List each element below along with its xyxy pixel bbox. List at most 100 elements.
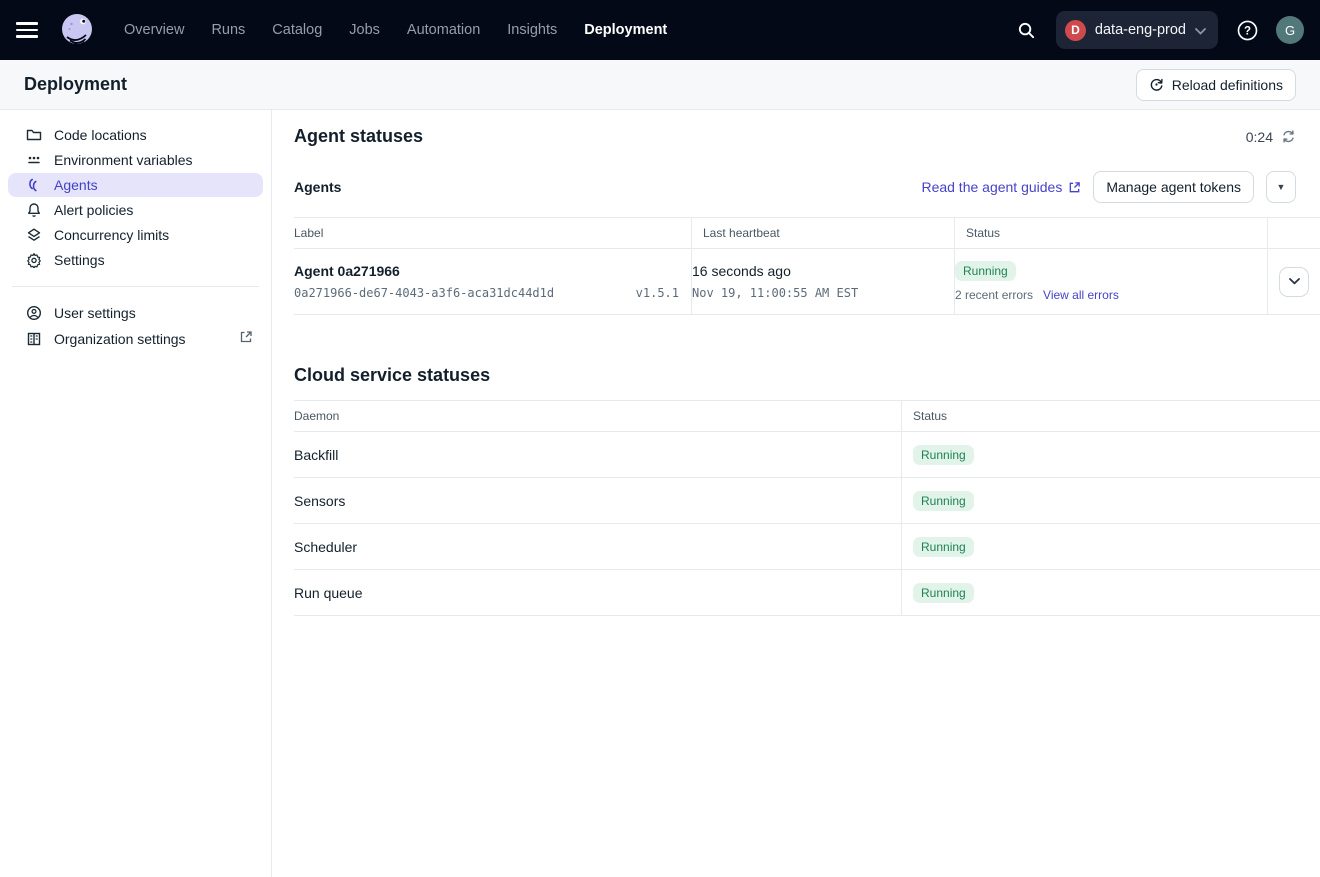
status-badge: Running (913, 491, 974, 511)
external-link-icon (239, 330, 253, 347)
sidebar-item-label: Alert policies (54, 202, 133, 218)
agent-actions-cell (1268, 249, 1320, 314)
external-link-icon (1068, 181, 1081, 194)
page-header: Deployment Reload definitions (0, 60, 1320, 110)
sidebar-item-user-settings[interactable]: User settings (8, 301, 263, 325)
manage-agent-tokens-button[interactable]: Manage agent tokens (1093, 171, 1254, 203)
status-badge: Running (913, 583, 974, 603)
column-header-status: Status (902, 401, 1320, 431)
chevron-down-icon (1289, 278, 1300, 285)
sidebar-item-label: User settings (54, 305, 136, 321)
agent-id: 0a271966-de67-4043-a3f6-aca31dc44d1d (294, 286, 554, 300)
status-badge: Running (913, 445, 974, 465)
agent-guides-label: Read the agent guides (921, 179, 1062, 195)
cloud-service-statuses-title: Cloud service statuses (294, 365, 1320, 386)
nav-automation[interactable]: Automation (407, 22, 480, 38)
view-all-errors-link[interactable]: View all errors (1043, 288, 1119, 302)
menu-icon[interactable] (16, 16, 44, 44)
agent-label-cell: Agent 0a271966 0a271966-de67-4043-a3f6-a… (294, 249, 692, 314)
workspace-badge: D (1065, 20, 1086, 41)
manage-agent-tokens-label: Manage agent tokens (1106, 179, 1241, 195)
sidebar-item-alert-policies[interactable]: Alert policies (8, 198, 263, 222)
sidebar-item-agents[interactable]: Agents (8, 173, 263, 197)
cloud-table-header: Daemon Status (294, 400, 1320, 432)
sidebar-item-settings[interactable]: Settings (8, 248, 263, 272)
sidebar-item-concurrency-limits[interactable]: Concurrency limits (8, 223, 263, 247)
sidebar-item-label: Organization settings (54, 331, 186, 347)
recent-errors-count: 2 recent errors (955, 288, 1033, 302)
daemon-name: Sensors (294, 478, 902, 523)
column-header-status: Status (955, 218, 1268, 248)
agents-table-header: Label Last heartbeat Status (294, 217, 1320, 249)
workspace-name: data-eng-prod (1095, 22, 1186, 38)
deployment-sidebar: Code locations Environment variables Age… (0, 110, 272, 877)
nav-jobs[interactable]: Jobs (349, 22, 380, 38)
table-row: Sensors Running (294, 478, 1320, 524)
column-header-daemon: Daemon (294, 401, 902, 431)
sidebar-item-label: Agents (54, 177, 98, 193)
agent-statuses-title: Agent statuses (294, 126, 423, 147)
refresh-icon[interactable] (1281, 129, 1296, 144)
sidebar-item-environment-variables[interactable]: Environment variables (8, 148, 263, 172)
chevron-down-icon (1195, 22, 1206, 38)
nav-overview[interactable]: Overview (124, 22, 184, 38)
sidebar-item-label: Environment variables (54, 152, 193, 168)
building-icon (26, 331, 42, 347)
user-avatar[interactable]: G (1276, 16, 1304, 44)
sidebar-item-organization-settings[interactable]: Organization settings (8, 326, 263, 351)
expand-agent-button[interactable] (1279, 267, 1309, 297)
agent-status-cell: Running 2 recent errors View all errors (955, 249, 1268, 314)
agent-icon (26, 177, 42, 193)
table-row: Scheduler Running (294, 524, 1320, 570)
top-navigation: Overview Runs Catalog Jobs Automation In… (0, 0, 1320, 60)
svg-text:?: ? (1243, 25, 1250, 37)
gear-icon (26, 252, 42, 268)
page-title: Deployment (24, 74, 127, 95)
primary-nav: Overview Runs Catalog Jobs Automation In… (124, 22, 667, 38)
main-content: Agent statuses 0:24 Agents Read the agen… (272, 110, 1320, 877)
folder-icon (26, 127, 42, 143)
sidebar-item-label: Code locations (54, 127, 147, 143)
column-header-actions (1268, 218, 1320, 248)
nav-catalog[interactable]: Catalog (272, 22, 322, 38)
bell-icon (26, 202, 42, 218)
daemon-name: Run queue (294, 570, 902, 615)
help-icon[interactable]: ? (1232, 15, 1262, 45)
cloud-services-table: Daemon Status Backfill Running Sensors R… (294, 400, 1320, 616)
agent-row: Agent 0a271966 0a271966-de67-4043-a3f6-a… (294, 249, 1320, 315)
sidebar-item-label: Settings (54, 252, 105, 268)
nav-runs[interactable]: Runs (211, 22, 245, 38)
table-row: Run queue Running (294, 570, 1320, 616)
sidebar-divider (12, 286, 259, 287)
agent-heartbeat-cell: 16 seconds ago Nov 19, 11:00:55 AM EST (692, 249, 955, 314)
reload-icon (1149, 77, 1164, 92)
caret-down-icon: ▼ (1277, 182, 1286, 192)
variables-icon (26, 152, 42, 168)
agent-guides-link[interactable]: Read the agent guides (921, 179, 1081, 195)
heartbeat-relative: 16 seconds ago (692, 263, 942, 279)
refresh-countdown: 0:24 (1246, 129, 1273, 145)
topnav-right: D data-eng-prod ? G (1012, 11, 1304, 49)
heartbeat-timestamp: Nov 19, 11:00:55 AM EST (692, 286, 942, 300)
daemon-name: Backfill (294, 432, 902, 477)
status-badge: Running (955, 261, 1016, 281)
sidebar-item-label: Concurrency limits (54, 227, 169, 243)
agent-tokens-menu-button[interactable]: ▼ (1266, 171, 1296, 203)
reload-definitions-label: Reload definitions (1172, 77, 1283, 93)
layers-icon (26, 227, 42, 243)
reload-definitions-button[interactable]: Reload definitions (1136, 69, 1296, 101)
nav-deployment[interactable]: Deployment (584, 22, 667, 38)
nav-insights[interactable]: Insights (507, 22, 557, 38)
agent-version: v1.5.1 (636, 286, 679, 300)
refresh-timer: 0:24 (1246, 129, 1296, 145)
dagster-logo[interactable] (58, 11, 96, 49)
search-icon[interactable] (1012, 15, 1042, 45)
workspace-switcher[interactable]: D data-eng-prod (1056, 11, 1218, 49)
column-header-label: Label (294, 218, 692, 248)
column-header-heartbeat: Last heartbeat (692, 218, 955, 248)
sidebar-item-code-locations[interactable]: Code locations (8, 123, 263, 147)
agents-table: Label Last heartbeat Status Agent 0a2719… (294, 217, 1320, 315)
daemon-name: Scheduler (294, 524, 902, 569)
user-icon (26, 305, 42, 321)
agent-name: Agent 0a271966 (294, 263, 679, 279)
